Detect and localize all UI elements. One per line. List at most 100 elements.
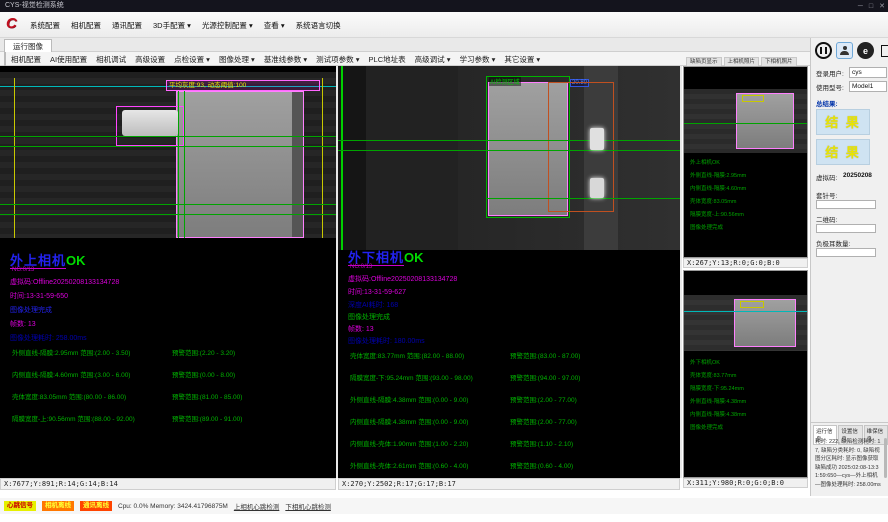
menu-item[interactable]: 系统语言切换 <box>296 20 341 31</box>
virtual-code: 虚拟码:Offline20250208133134728 <box>348 274 457 284</box>
warning-range: 预警范围:(0.60 - 4.00) <box>510 460 573 470</box>
capture-time: 时间:13-31-59-627 <box>348 287 406 297</box>
qr-value[interactable] <box>816 224 876 233</box>
thumbnail-text-line: 图像处理完成 <box>690 422 746 435</box>
toolbar-item[interactable]: 高级调试 ▾ <box>415 54 451 65</box>
bottom-status-bar: 心跳信号 相机离线 通讯离线 Cpu: 0.0% Memory: 3424.41… <box>0 498 888 514</box>
cell-edge-shadow <box>292 92 303 237</box>
main-menu: 系统配置相机配置通讯配置 3D手配置 ▾ 光源控制配置 ▾ 查看 ▾ 系统语言切换 <box>30 12 341 38</box>
needle-label: 套针号: <box>816 190 837 200</box>
exit-button[interactable] <box>878 42 888 59</box>
model-label: 使用型号: <box>816 82 844 92</box>
title-bar: CYS-视觉检测系统 <box>0 0 888 12</box>
thumbnail-text-line: 隔膜宽度-下:95.24mm <box>690 383 746 396</box>
process-time: 图像处理耗时: 180.00ms <box>348 336 425 346</box>
upper-camera-heartbeat-link[interactable]: 上相机心跳检测 <box>234 501 280 511</box>
thumbnail-text-line: 外侧直线-隔膜:2.95mm <box>690 170 746 183</box>
thumbnail-view-upper[interactable]: 外上相机OK外侧直线-隔膜:2.95mm内侧直线-隔膜:4.60mm壳体宽度:8… <box>683 66 808 258</box>
camera-view-upper[interactable]: 平均灰度:93, 动态阈值:100 外上相机OK NG:0/13 虚拟码:Off… <box>0 66 338 478</box>
warning-range: 预警范围:(94.00 - 97.00) <box>510 372 580 382</box>
menu-item[interactable]: 相机配置 <box>71 20 101 31</box>
measurement-value: 内侧直线-隔膜:4.60mm 范围:(3.00 - 6.00) <box>12 372 130 379</box>
status-thumb-upper: X:267;Y:13;R:0;G:0;B:0 <box>683 258 808 268</box>
thumbnail-text-line: 图像处理完成 <box>690 222 746 235</box>
qr-label: 二维码: <box>816 214 837 224</box>
overlay-green-line <box>0 214 336 215</box>
measurement-value: 外侧直线-隔膜:2.95mm 范围:(2.00 - 3.50) <box>12 350 130 357</box>
overlay-green-line <box>338 150 680 151</box>
result-ok: OK <box>66 253 86 268</box>
measurement-row: 隔膜宽度-上:90.56mm 范围:(88.00 - 92.00) 预警范围:(… <box>12 413 332 435</box>
menu-item[interactable]: 3D手配置 ▾ <box>153 20 191 31</box>
menu-item[interactable]: 查看 ▾ <box>264 20 285 31</box>
result-box-upper: 结 果 <box>816 109 870 135</box>
lower-camera-heartbeat-link[interactable]: 下相机心跳检测 <box>285 501 331 511</box>
tab-count-value[interactable] <box>816 248 876 257</box>
user-label: 登录用户: <box>816 68 844 78</box>
camera-offline-badge: 相机离线 <box>42 501 74 511</box>
warning-range: 预警范围:(81.00 - 85.00) <box>172 391 242 401</box>
capture-time: 时间:13-31-59-650 <box>10 291 68 301</box>
warning-range: 预警范围:(2.00 - 77.00) <box>510 394 577 404</box>
measurement-value: 内侧直线-隔膜:4.38mm 范围:(0.00 - 9.00) <box>350 419 468 426</box>
toolbar-item[interactable]: 学习参数 ▾ <box>459 54 495 65</box>
e-button[interactable]: e <box>857 42 874 59</box>
measurement-value: 壳体宽度:83.77mm 范围:(82.00 - 88.00) <box>350 353 464 360</box>
tab-strip <box>0 38 888 52</box>
connector-tab <box>122 110 178 136</box>
measurement-row: 壳体宽度:83.05mm 范围:(80.00 - 86.00) 预警范围:(81… <box>12 391 332 413</box>
minimize-icon[interactable]: ─ <box>858 3 863 10</box>
toolbar-item[interactable]: 相机调试 <box>96 54 126 65</box>
measurement-row: 内侧直线-壳体:1.90mm 范围:(1.00 - 2.20) 预警范围:(1.… <box>350 438 682 460</box>
measurement-value: 外侧直线-隔膜:4.38mm 范围:(0.00 - 9.00) <box>350 397 468 404</box>
camera-view-lower[interactable]: AI检测区域 20.80 外下相机OK NG:0/13 虚拟码:Offline2… <box>338 66 682 478</box>
login-user-button[interactable] <box>836 42 853 59</box>
measurement-row: 内侧直线-隔膜:4.60mm 范围:(3.00 - 6.00) 预警范围:(0.… <box>12 369 332 391</box>
panel-buttons: e <box>815 42 888 59</box>
toolbar-item[interactable]: 测试项参数 ▾ <box>316 54 359 65</box>
bright-reflection <box>590 178 604 198</box>
measurement-value: 内侧直线-壳体:1.90mm 范围:(1.00 - 2.20) <box>350 441 468 448</box>
app-logo: C <box>6 15 17 32</box>
model-value[interactable]: Model1 <box>849 81 887 92</box>
menu-item[interactable]: 系统配置 <box>30 20 60 31</box>
toolbar-item[interactable]: PLC地址表 <box>369 54 406 65</box>
toolbar-item[interactable]: 点检设置 ▾ <box>174 54 210 65</box>
measurement-value: 隔膜宽度-下:95.24mm 范围:(93.00 - 98.00) <box>350 375 473 382</box>
needle-value[interactable] <box>816 200 876 209</box>
toolbar-item[interactable]: 其它设置 ▾ <box>504 54 540 65</box>
toolbar-item[interactable]: AI使用配置 <box>50 54 87 65</box>
comm-offline-badge: 通讯离线 <box>80 501 112 511</box>
menu-item[interactable]: 光源控制配置 ▾ <box>202 20 253 31</box>
toolbar-item[interactable]: 相机配置 <box>11 54 41 65</box>
result-ok: OK <box>404 250 424 265</box>
ng-counter: NG:0/13 <box>12 267 34 273</box>
thumbnail-text-line: 隔膜宽度-上:90.56mm <box>690 209 746 222</box>
log-scrollbar[interactable] <box>884 438 887 478</box>
pause-button[interactable] <box>815 42 832 59</box>
measurement-value: 隔膜宽度-上:90.56mm 范围:(88.00 - 92.00) <box>12 416 135 423</box>
status-lower-coords: X:270;Y:2502;R:17;G:17;B:17 <box>338 478 680 490</box>
measurement-value: 外侧直线-壳体:2.61mm 范围:(0.60 - 4.00) <box>350 463 468 470</box>
toolbar-item[interactable]: 高级设置 <box>135 54 165 65</box>
thumbnail-text-line: 外侧直线-隔膜:4.38mm <box>690 396 746 409</box>
menu-item[interactable]: 通讯配置 <box>112 20 142 31</box>
panel-divider <box>811 422 888 423</box>
thumbnail-view-lower[interactable]: 外下相机OK壳体宽度:83.77mm隔膜宽度-下:95.24mm外侧直线-隔膜:… <box>683 270 808 478</box>
overlay-yellow-box <box>740 301 764 308</box>
tab-run-image[interactable]: 运行图像 <box>4 39 52 52</box>
overlay-green-line <box>486 198 680 199</box>
pause-icon <box>820 47 827 54</box>
battery-cell-region <box>176 91 304 238</box>
maximize-icon[interactable]: □ <box>869 3 873 10</box>
toolbar-item[interactable]: 图像处理 ▾ <box>219 54 255 65</box>
measurement-list: 壳体宽度:83.77mm 范围:(82.00 - 88.00) 预警范围:(83… <box>350 350 682 478</box>
measurement-row: 隔膜宽度-下:95.24mm 范围:(93.00 - 98.00) 预警范围:(… <box>350 372 682 394</box>
close-icon[interactable]: ✕ <box>879 2 885 10</box>
warning-range: 预警范围:(1.10 - 2.10) <box>510 438 573 448</box>
toolbar-item[interactable]: 基准线参数 ▾ <box>264 54 307 65</box>
warning-range: 预警范围:(83.00 - 87.00) <box>510 350 580 360</box>
overlay-yellow-box <box>742 95 764 102</box>
overlay-green-line <box>0 136 336 137</box>
user-value[interactable]: cys <box>849 67 887 78</box>
